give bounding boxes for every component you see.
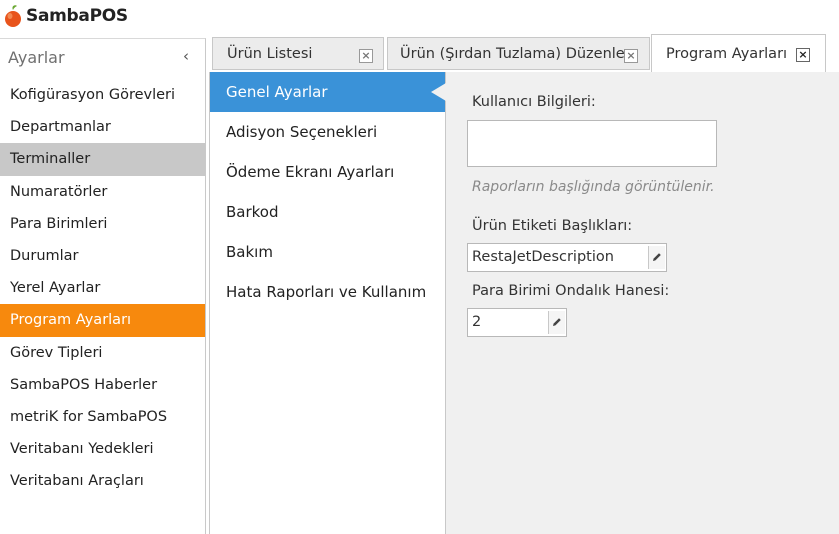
sidebar-item-para-birimleri[interactable]: Para Birimleri <box>0 208 205 240</box>
sidebar-list: Kofigürasyon Görevleri Departmanlar Term… <box>0 79 205 497</box>
sidebar-item-numaratorler[interactable]: Numaratörler <box>0 176 205 208</box>
close-icon[interactable]: × <box>796 48 810 62</box>
title-bar: SambaPOS <box>0 0 839 34</box>
currency-decimals-label: Para Birimi Ondalık Hanesi: <box>472 283 670 299</box>
currency-decimals-field[interactable]: 2 <box>467 308 567 337</box>
sidebar-item-yerel-ayarlar[interactable]: Yerel Ayarlar <box>0 272 205 304</box>
tab-urun-duzenle[interactable]: Ürün (Şırdan Tuzlama) Düzenle × <box>387 37 650 70</box>
product-label-titles-label: Ürün Etiketi Başlıkları: <box>472 218 633 234</box>
product-label-titles-field[interactable]: RestaJetDescription <box>467 243 667 272</box>
sidebar-item-terminaller[interactable]: Terminaller <box>0 143 205 176</box>
tab-label: Ürün (Şırdan Tuzlama) Düzenle <box>400 46 625 62</box>
product-label-titles-value: RestaJetDescription <box>472 249 614 265</box>
sidebar-item-sambapos-haberler[interactable]: SambaPOS Haberler <box>0 369 205 401</box>
sidebar-item-konfigurasyon-gorevleri[interactable]: Kofigürasyon Görevleri <box>0 79 205 111</box>
subnav-item-odeme-ekrani-ayarlari[interactable]: Ödeme Ekranı Ayarları <box>210 152 446 192</box>
edit-pencil-icon[interactable] <box>648 246 665 269</box>
settings-content: Genel Ayarlar Adisyon Seçenekleri Ödeme … <box>209 72 839 534</box>
tab-program-ayarlari[interactable]: Program Ayarları × <box>651 34 826 72</box>
edit-pencil-icon[interactable] <box>548 311 565 334</box>
user-info-field[interactable] <box>467 120 717 167</box>
sidebar-title: Ayarlar <box>8 48 65 67</box>
sidebar-item-veritabani-yedekleri[interactable]: Veritabanı Yedekleri <box>0 433 205 465</box>
sidebar-item-program-ayarlari[interactable]: Program Ayarları <box>0 304 205 337</box>
settings-sidebar: Ayarlar ‹ Kofigürasyon Görevleri Departm… <box>0 38 206 534</box>
sidebar-item-departmanlar[interactable]: Departmanlar <box>0 111 205 143</box>
close-icon[interactable]: × <box>359 49 373 63</box>
app-title: SambaPOS <box>26 6 128 26</box>
selection-arrow-icon <box>431 83 446 101</box>
tab-label: Ürün Listesi <box>227 46 313 62</box>
currency-decimals-value: 2 <box>472 314 482 330</box>
document-tab-bar: Ürün Listesi × Ürün (Şırdan Tuzlama) Düz… <box>209 34 839 72</box>
sidebar-collapse-icon[interactable]: ‹ <box>183 47 189 65</box>
close-icon[interactable]: × <box>624 49 638 63</box>
user-info-label: Kullanıcı Bilgileri: <box>472 94 596 110</box>
user-info-hint: Raporların başlığında görüntülenir. <box>472 179 715 195</box>
tab-label: Program Ayarları <box>666 46 788 62</box>
subnav-item-genel-ayarlar[interactable]: Genel Ayarlar <box>210 72 445 112</box>
sidebar-item-gorev-tipleri[interactable]: Görev Tipleri <box>0 337 205 369</box>
sidebar-item-veritabani-araclari[interactable]: Veritabanı Araçları <box>0 465 205 497</box>
subnav-item-hata-raporlari[interactable]: Hata Raporları ve Kullanım <box>210 272 446 312</box>
sidebar-header: Ayarlar ‹ <box>0 39 205 75</box>
subnav-item-bakim[interactable]: Bakım <box>210 232 446 272</box>
subnav-item-barkod[interactable]: Barkod <box>210 192 446 232</box>
tab-urun-listesi[interactable]: Ürün Listesi × <box>212 37 384 70</box>
sidebar-item-metrik[interactable]: metriK for SambaPOS <box>0 401 205 433</box>
sambapos-logo-icon <box>5 5 21 27</box>
subnav-item-adisyon-secenekleri[interactable]: Adisyon Seçenekleri <box>210 112 446 152</box>
settings-subnav: Genel Ayarlar Adisyon Seçenekleri Ödeme … <box>210 72 446 534</box>
sidebar-item-durumlar[interactable]: Durumlar <box>0 240 205 272</box>
